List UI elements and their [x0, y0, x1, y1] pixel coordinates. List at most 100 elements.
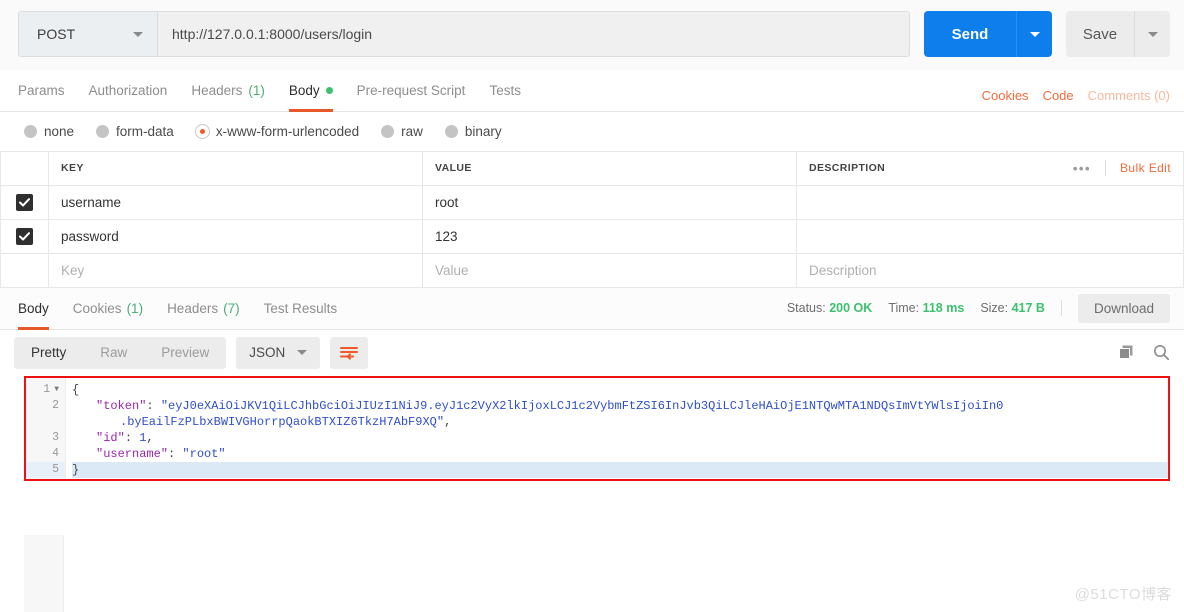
radio-icon [24, 125, 37, 138]
tab-body[interactable]: Body [277, 70, 345, 112]
row-description[interactable] [796, 219, 1184, 254]
word-wrap-button[interactable] [330, 336, 369, 369]
table-row: username root [0, 185, 1184, 220]
status-label: Status: [786, 301, 826, 315]
body-type-form-data[interactable]: form-data [96, 124, 174, 139]
view-mode-pretty[interactable]: Pretty [14, 337, 83, 369]
code-line: "username": "root" [72, 446, 1168, 462]
chevron-down-icon [1029, 31, 1040, 37]
response-tab-test-results[interactable]: Test Results [252, 288, 350, 329]
send-button[interactable]: Send [924, 11, 1016, 57]
search-icon[interactable] [1153, 344, 1170, 361]
send-options-button[interactable] [1016, 11, 1052, 57]
bulk-edit-link[interactable]: Bulk Edit [1120, 161, 1171, 175]
new-row-value-input[interactable]: Value [422, 253, 797, 288]
response-meta: Status: 200 OK Time: 118 ms Size: 417 B … [786, 293, 1170, 323]
http-method-label: POST [37, 26, 76, 42]
code-token: "eyJ0eXAiOiJKV1QiLCJhbGciOiJIUzI1NiJ9.ey… [160, 398, 1004, 413]
code-token: , [146, 430, 154, 445]
comments-link[interactable]: Comments (0) [1088, 88, 1170, 103]
code-token: "root" [182, 446, 226, 461]
view-mode-raw[interactable]: Raw [83, 337, 144, 369]
response-body-viewer[interactable]: 1 ▼ 2 3 4 5 {"token": "eyJ0eXAiOiJKV1QiL… [24, 375, 1170, 481]
cookies-link[interactable]: Cookies [982, 88, 1029, 103]
code-token: .byEailFzPLbxBWIVGHorrpQaokBTXIZ6TkzH7Ab… [120, 414, 445, 429]
time-meta: Time: 118 ms [888, 301, 964, 315]
radio-icon [96, 125, 110, 138]
code-token: "token" [96, 398, 147, 413]
new-row-key-input[interactable]: Key [48, 253, 423, 288]
view-controls: Pretty Raw Preview JSON [14, 336, 369, 369]
tab-label: Test Results [263, 300, 338, 316]
tab-pre-request-script[interactable]: Pre-request Script [345, 70, 478, 111]
download-button[interactable]: Download [1077, 293, 1170, 323]
time-label: Time: [888, 301, 920, 315]
tab-label: Params [18, 83, 65, 98]
size-value: 417 B [1011, 301, 1045, 315]
tab-tests[interactable]: Tests [477, 70, 533, 111]
tab-authorization[interactable]: Authorization [77, 70, 180, 111]
response-tab-bar: Body Cookies (1) Headers (7) Test Result… [0, 287, 1184, 330]
time-value: 118 ms [922, 301, 965, 315]
table-row-empty: Key Value Description [0, 253, 1184, 288]
status-value: 200 OK [829, 301, 873, 315]
row-checkbox-checked[interactable] [16, 193, 33, 211]
line-number: 5 [26, 461, 65, 478]
view-mode-group: Pretty Raw Preview [14, 336, 227, 369]
send-button-group: Send [924, 11, 1052, 57]
response-tab-body[interactable]: Body [14, 288, 61, 330]
tab-label: Cookies [72, 300, 122, 316]
row-value[interactable]: 123 [422, 219, 797, 254]
row-description[interactable] [796, 185, 1184, 220]
tab-label: Pre-request Script [356, 83, 466, 98]
code-link[interactable]: Code [1043, 88, 1074, 103]
body-type-none[interactable]: none [24, 124, 74, 139]
method-url-group: POST http://127.0.0.1:8000/users/login [18, 11, 910, 57]
url-text: http://127.0.0.1:8000/users/login [172, 26, 373, 42]
body-type-urlencoded[interactable]: x-www-form-urlencoded [195, 124, 359, 139]
save-options-button[interactable] [1134, 11, 1170, 57]
tab-headers[interactable]: Headers (1) [179, 70, 277, 111]
save-button[interactable]: Save [1066, 11, 1134, 57]
header-description: DESCRIPTION [809, 162, 886, 175]
tab-label: Headers [191, 83, 243, 98]
response-view-toolbar: Pretty Raw Preview JSON [0, 329, 1184, 376]
header-value: VALUE [422, 152, 797, 186]
code-token: : [124, 430, 140, 445]
line-number-gutter-continued [24, 535, 64, 612]
line-number-text: 3 [52, 431, 59, 444]
response-tab-cookies[interactable]: Cookies (1) [61, 288, 155, 329]
more-options-icon[interactable]: ••• [1073, 161, 1091, 176]
response-tab-headers[interactable]: Headers (7) [155, 288, 252, 329]
tab-label: Headers [167, 300, 219, 316]
chevron-down-icon [133, 31, 143, 37]
copy-icon[interactable] [1118, 344, 1135, 361]
word-wrap-icon [340, 346, 359, 360]
table-header-row: KEY VALUE DESCRIPTION ••• Bulk Edit [0, 152, 1184, 186]
tab-count: (1) [248, 83, 265, 98]
view-mode-preview[interactable]: Preview [144, 337, 226, 369]
format-selector[interactable]: JSON [236, 336, 321, 369]
new-row-description-input[interactable]: Description [796, 253, 1184, 288]
radio-selected-icon [195, 125, 209, 138]
code-token: { [72, 382, 80, 397]
row-key[interactable]: password [48, 219, 423, 254]
fold-arrow-icon[interactable]: ▼ [54, 385, 59, 394]
format-label: JSON [249, 345, 286, 360]
code-token: } [72, 462, 80, 477]
http-method-selector[interactable]: POST [19, 12, 158, 56]
row-checkbox-checked[interactable] [16, 227, 33, 245]
divider [1060, 300, 1062, 316]
row-checkbox-cell [0, 253, 49, 288]
response-body-empty-area [0, 535, 1184, 612]
body-type-binary[interactable]: binary [444, 124, 502, 139]
tab-params[interactable]: Params [18, 70, 77, 111]
url-input[interactable]: http://127.0.0.1:8000/users/login [158, 12, 909, 56]
code-content[interactable]: {"token": "eyJ0eXAiOiJKV1QiLCJhbGciOiJIU… [66, 378, 1168, 479]
code-line: "token": "eyJ0eXAiOiJKV1QiLCJhbGciOiJIUz… [72, 398, 1168, 414]
row-value[interactable]: root [422, 185, 797, 220]
body-type-raw[interactable]: raw [381, 124, 423, 139]
row-key[interactable]: username [48, 185, 423, 220]
row-checkbox-cell [0, 219, 49, 254]
line-number: 2 [26, 398, 65, 414]
